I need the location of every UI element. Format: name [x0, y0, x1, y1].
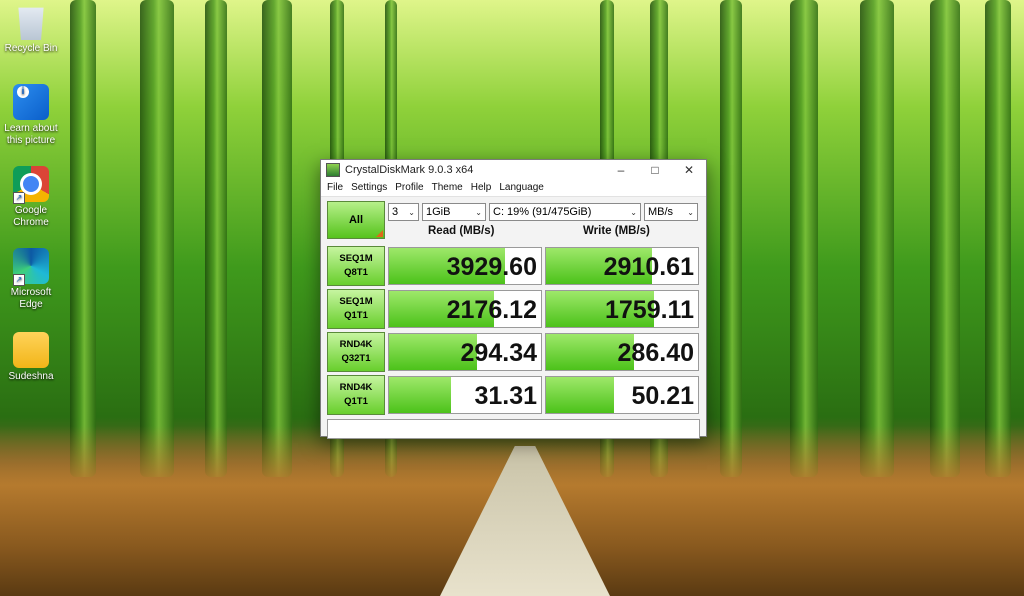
- read-result: 294.34: [388, 333, 542, 371]
- desktop-icon-label: Recycle Bin: [4, 43, 58, 54]
- test-label-line2: Q1T1: [344, 396, 368, 407]
- read-result: 3929.60: [388, 247, 542, 285]
- test-label-line1: SEQ1M: [339, 296, 373, 307]
- write-value: 286.40: [617, 339, 694, 367]
- result-row: SEQ1M Q8T1 3929.60 2910.61: [327, 246, 700, 286]
- test-size-value: 1GiB: [426, 206, 451, 218]
- read-header: Read (MB/s): [428, 225, 495, 237]
- edge-icon: ↗: [13, 248, 49, 286]
- read-bar: [389, 377, 452, 413]
- test-label-line2: Q8T1: [344, 267, 368, 278]
- info-picture-icon: [13, 84, 49, 120]
- write-bar: [546, 377, 615, 413]
- menu-settings[interactable]: Settings: [349, 180, 393, 196]
- folder-icon: [13, 332, 49, 368]
- desktop-icon-microsoft-edge[interactable]: ↗ Microsoft Edge: [2, 248, 60, 311]
- read-value: 2176.12: [446, 296, 537, 324]
- run-all-label: All: [348, 214, 364, 226]
- read-result: 31.31: [388, 376, 542, 414]
- desktop-icon-label: Microsoft Edge: [10, 287, 52, 310]
- desktop-icon-label: Learn about this picture: [4, 123, 58, 146]
- test-button-seq1m-q8t1[interactable]: SEQ1M Q8T1: [327, 246, 385, 286]
- test-count-select[interactable]: 3 ⌄: [388, 203, 419, 221]
- desktop-icon-recycle-bin[interactable]: Recycle Bin: [2, 4, 60, 55]
- run-all-button[interactable]: All: [327, 201, 385, 239]
- menu-theme[interactable]: Theme: [430, 180, 469, 196]
- unit-select[interactable]: MB/s ⌄: [644, 203, 698, 221]
- unit-value: MB/s: [648, 206, 674, 218]
- minimize-button[interactable]: –: [604, 160, 638, 180]
- write-value: 1759.11: [605, 296, 694, 324]
- chrome-icon: ↗: [13, 166, 49, 204]
- drive-value: C: 19% (91/475GiB): [493, 206, 592, 218]
- shortcut-arrow-icon: ↗: [13, 192, 25, 204]
- read-value: 3929.60: [446, 253, 537, 281]
- write-result: 50.21: [545, 376, 699, 414]
- menu-language[interactable]: Language: [497, 180, 550, 196]
- read-result: 2176.12: [388, 290, 542, 328]
- desktop-icon-label: Sudeshna: [8, 371, 54, 382]
- test-label-line1: RND4K: [339, 382, 373, 393]
- test-count-value: 3: [392, 206, 399, 218]
- desktop-icon-sudeshna-folder[interactable]: Sudeshna: [2, 332, 60, 383]
- title-bar[interactable]: CrystalDiskMark 9.0.3 x64 – □ ✕: [321, 160, 706, 180]
- result-row: SEQ1M Q1T1 2176.12 1759.11: [327, 289, 700, 329]
- test-size-select[interactable]: 1GiB ⌄: [422, 203, 486, 221]
- menu-help[interactable]: Help: [469, 180, 498, 196]
- chevron-down-icon: ⌄: [630, 207, 637, 217]
- comment-field[interactable]: [327, 419, 700, 439]
- drive-select[interactable]: C: 19% (91/475GiB) ⌄: [489, 203, 641, 221]
- menu-file[interactable]: File: [325, 180, 349, 196]
- test-button-rnd4k-q32t1[interactable]: RND4K Q32T1: [327, 332, 385, 372]
- shortcut-arrow-icon: ↗: [13, 274, 25, 286]
- result-row: RND4K Q32T1 294.34 286.40: [327, 332, 700, 372]
- desktop-icon-label: Google Chrome: [13, 205, 49, 228]
- recycle-bin-icon: [18, 7, 44, 40]
- read-value: 31.31: [474, 382, 537, 410]
- test-label-line2: Q32T1: [341, 353, 371, 364]
- read-value: 294.34: [460, 339, 537, 367]
- test-label-line2: Q1T1: [344, 310, 368, 321]
- write-result: 286.40: [545, 333, 699, 371]
- result-row: RND4K Q1T1 31.31 50.21: [327, 375, 700, 415]
- chevron-down-icon: ⌄: [687, 207, 694, 217]
- test-label-line1: SEQ1M: [339, 253, 373, 264]
- desktop-icon-google-chrome[interactable]: ↗ Google Chrome: [2, 166, 60, 229]
- menu-bar: File Settings Profile Theme Help Languag…: [321, 180, 706, 197]
- test-button-rnd4k-q1t1[interactable]: RND4K Q1T1: [327, 375, 385, 415]
- write-value: 2910.61: [603, 253, 694, 281]
- write-result: 2910.61: [545, 247, 699, 285]
- crystaldiskmark-window: CrystalDiskMark 9.0.3 x64 – □ ✕ File Set…: [320, 159, 707, 439]
- write-value: 50.21: [631, 382, 694, 410]
- test-label-line1: RND4K: [339, 339, 373, 350]
- close-button[interactable]: ✕: [672, 160, 706, 180]
- test-button-seq1m-q1t1[interactable]: SEQ1M Q1T1: [327, 289, 385, 329]
- window-title: CrystalDiskMark 9.0.3 x64: [345, 164, 474, 176]
- write-result: 1759.11: [545, 290, 699, 328]
- app-icon: [326, 163, 340, 177]
- write-header: Write (MB/s): [583, 225, 650, 237]
- maximize-button[interactable]: □: [638, 160, 672, 180]
- desktop-icon-learn-about-picture[interactable]: Learn about this picture: [2, 84, 60, 147]
- chevron-down-icon: ⌄: [475, 207, 482, 217]
- chevron-down-icon: ⌄: [408, 207, 415, 217]
- menu-profile[interactable]: Profile: [393, 180, 429, 196]
